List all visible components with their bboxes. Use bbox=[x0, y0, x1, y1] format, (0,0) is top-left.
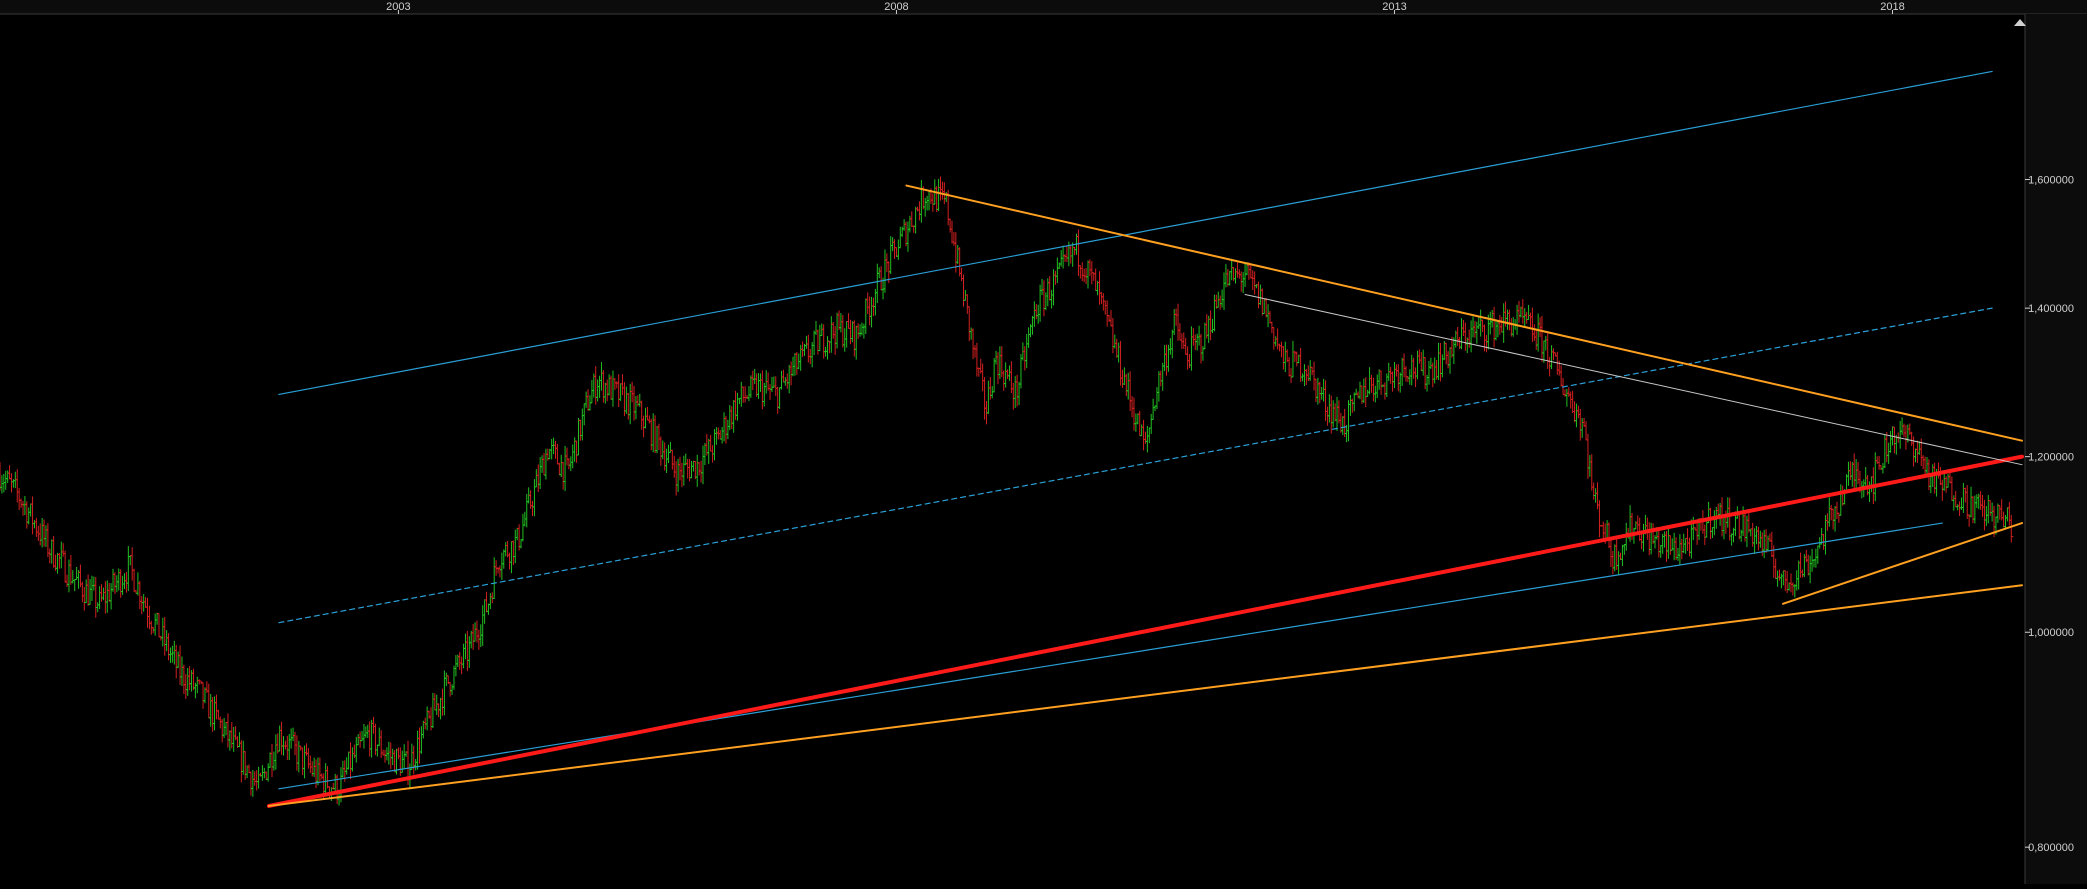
y-tick-label: 0,800000 bbox=[2028, 842, 2074, 854]
y-tick-label: 1,200000 bbox=[2028, 452, 2074, 464]
x-axis: 2003 2008 2013 2018 bbox=[0, 0, 2087, 15]
y-tick-label: 1,000000 bbox=[2028, 627, 2074, 639]
y-tick-label: 1,600000 bbox=[2028, 175, 2074, 187]
x-tick-label: 2008 bbox=[884, 1, 908, 13]
y-axis-band bbox=[2025, 14, 2087, 884]
y-tick-label: 1,400000 bbox=[2028, 303, 2074, 315]
plot-background bbox=[0, 0, 2087, 884]
x-tick-label: 2013 bbox=[1382, 1, 1406, 13]
y-axis: 1,600000 1,400000 1,200000 1,000000 0,800000 bbox=[2024, 14, 2087, 884]
x-axis-band bbox=[0, 0, 2087, 14]
chart-svg[interactable]: 2003 2008 2013 2018 1,600000 1,400000 1,20000… bbox=[0, 0, 2087, 884]
chart-area[interactable]: 2003 2008 2013 2018 1,600000 1,400000 1,20000… bbox=[0, 0, 2087, 884]
x-tick-label: 2003 bbox=[386, 1, 410, 13]
x-tick-label: 2018 bbox=[1880, 1, 1904, 13]
